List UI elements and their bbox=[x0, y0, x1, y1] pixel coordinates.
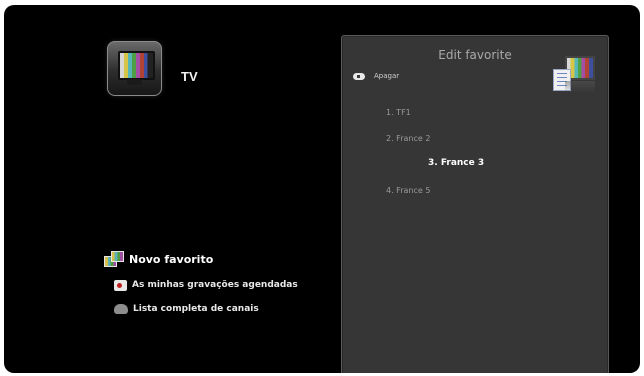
menu-item-label: Lista completa de canais bbox=[133, 304, 259, 314]
tv-stand bbox=[127, 79, 142, 85]
edit-favorite-panel: Edit favorite Apagar 1. TF1 2. France 2 … bbox=[341, 35, 609, 373]
menu-item-label: As minhas gravações agendadas bbox=[132, 280, 298, 290]
channel-item-france-5[interactable]: 4. France 5 bbox=[386, 186, 430, 195]
menu-item-scheduled-recordings[interactable]: As minhas gravações agendadas bbox=[104, 273, 298, 297]
options-menu: Novo favorito As minhas gravações agenda… bbox=[104, 245, 298, 321]
channel-item-france-3-selected[interactable]: 3. France 3 bbox=[428, 158, 484, 168]
delete-label: Apagar bbox=[374, 72, 400, 80]
favorite-channels-icon bbox=[104, 251, 124, 267]
menu-item-label: Novo favorito bbox=[129, 252, 214, 266]
tv-favorites-icon bbox=[551, 53, 595, 97]
test-pattern-screen bbox=[118, 51, 155, 80]
menu-item-channel-list[interactable]: Lista completa de canais bbox=[104, 297, 298, 321]
delete-hint[interactable]: Apagar bbox=[353, 72, 399, 80]
menu-item-new-favorite[interactable]: Novo favorito bbox=[104, 245, 298, 273]
page-title: TV bbox=[181, 69, 198, 84]
tv-icon bbox=[107, 41, 162, 96]
channel-item-france-2[interactable]: 2. France 2 bbox=[386, 134, 430, 143]
tv-screen: TV Novo favorito As minhas gravações age… bbox=[4, 5, 640, 373]
channel-item-tf1[interactable]: 1. TF1 bbox=[386, 108, 411, 117]
record-icon bbox=[114, 279, 127, 291]
channel-list-icon bbox=[114, 304, 128, 314]
remote-key-icon bbox=[353, 72, 365, 80]
